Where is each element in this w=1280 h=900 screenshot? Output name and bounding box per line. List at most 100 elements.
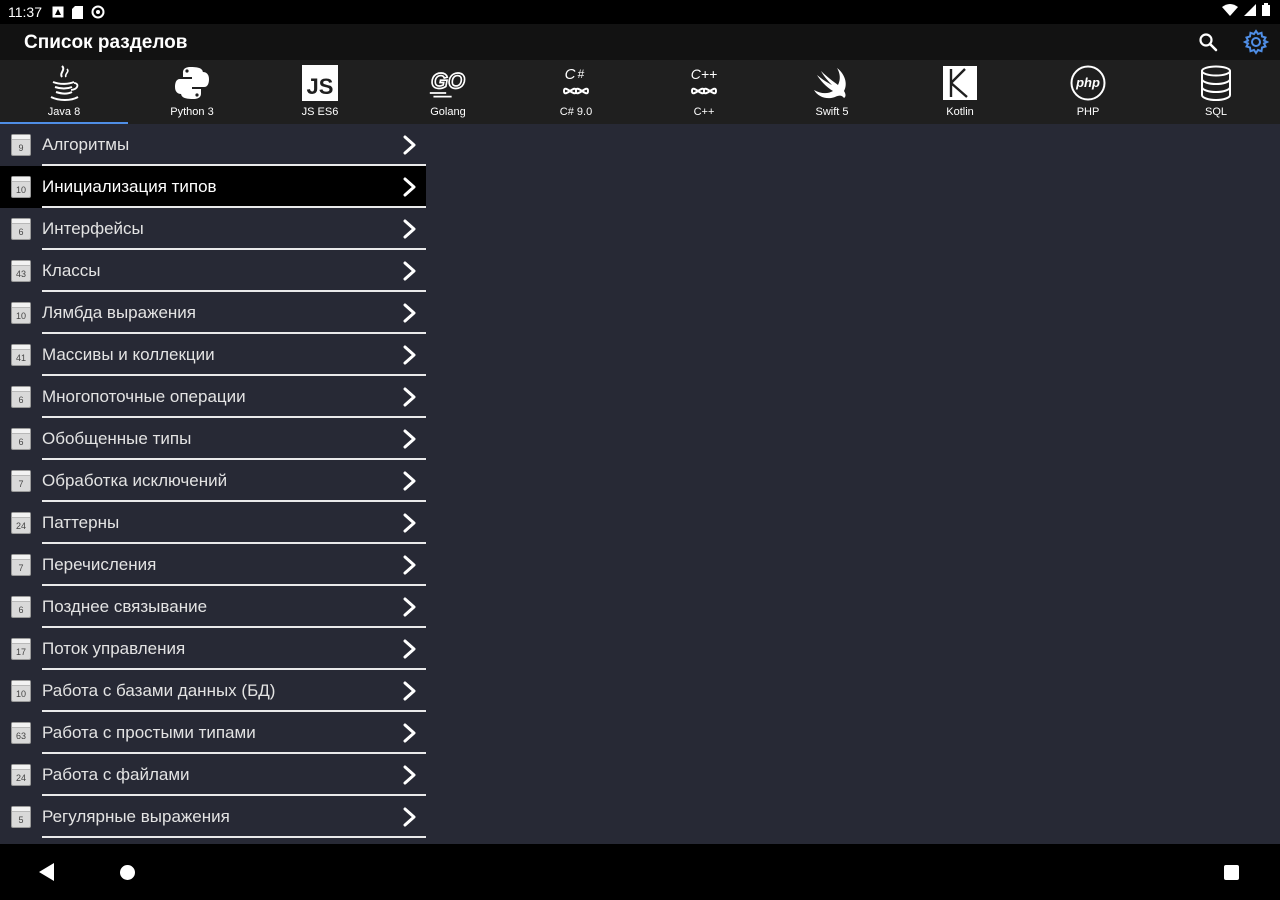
system-nav-bar xyxy=(0,844,1280,900)
list-item[interactable]: 24 Работа с файлами xyxy=(0,754,426,796)
chevron-right-icon xyxy=(402,807,418,827)
tab-label-swift: Swift 5 xyxy=(815,106,849,118)
list-item-label: Перечисления xyxy=(42,555,157,574)
tab-python[interactable]: Python 3 xyxy=(128,60,256,124)
tab-label-cpp: C++ xyxy=(693,106,715,118)
tab-php[interactable]: php PHP xyxy=(1024,60,1152,124)
chevron-right-icon xyxy=(402,345,418,365)
count-badge-value: 43 xyxy=(15,269,26,279)
list-item[interactable]: 6 Позднее связывание xyxy=(0,586,426,628)
tab-cpp[interactable]: C++ C++ xyxy=(640,60,768,124)
svg-text:C++: C++ xyxy=(691,66,717,82)
back-icon[interactable] xyxy=(37,861,57,883)
chevron-right-icon xyxy=(402,513,418,533)
list-item[interactable]: 6 Обобщенные типы xyxy=(0,418,426,460)
notification-app-icon xyxy=(52,6,64,18)
swift-icon xyxy=(812,64,852,102)
count-badge-icon: 7 xyxy=(11,470,31,492)
list-item[interactable]: 6 Интерфейсы xyxy=(0,208,426,250)
list-item[interactable]: 17 Поток управления xyxy=(0,628,426,670)
list-item[interactable]: 9 Алгоритмы xyxy=(0,124,426,166)
python-icon xyxy=(172,64,212,102)
status-time: 11:37 xyxy=(8,4,42,20)
recents-icon[interactable] xyxy=(1224,865,1239,880)
count-badge-icon: 10 xyxy=(11,176,31,198)
count-badge-value: 7 xyxy=(18,479,24,489)
count-badge-value: 7 xyxy=(18,563,24,573)
list-item-label: Регулярные выражения xyxy=(42,807,230,826)
count-badge-icon: 24 xyxy=(11,764,31,786)
battery-icon xyxy=(1262,3,1270,21)
list-item[interactable]: 10 Лямбда выражения xyxy=(0,292,426,334)
list-item[interactable]: 7 Перечисления xyxy=(0,544,426,586)
list-item[interactable]: 63 Работа с простыми типами xyxy=(0,712,426,754)
divider xyxy=(42,836,426,838)
at-sign-icon xyxy=(91,5,105,19)
count-badge-value: 5 xyxy=(18,815,24,825)
database-icon xyxy=(1196,64,1236,102)
list-item[interactable]: 10 Инициализация типов xyxy=(0,166,426,208)
svg-text:JS: JS xyxy=(307,74,334,99)
chevron-right-icon xyxy=(402,429,418,449)
settings-gear-icon[interactable] xyxy=(1242,28,1270,56)
tab-label-js: JS ES6 xyxy=(301,106,339,118)
list-item-label: Алгоритмы xyxy=(42,135,130,154)
count-badge-value: 41 xyxy=(15,353,26,363)
count-badge-icon: 24 xyxy=(11,512,31,534)
go-icon: GO xyxy=(428,64,468,102)
list-item[interactable]: 41 Массивы и коллекции xyxy=(0,334,426,376)
count-badge-value: 9 xyxy=(18,143,24,153)
home-icon[interactable] xyxy=(120,865,135,880)
count-badge-icon: 63 xyxy=(11,722,31,744)
section-list: 9 Алгоритмы 10 Инициализация типов 6 Интерфей… xyxy=(0,124,426,838)
js-icon: JS xyxy=(300,64,340,102)
count-badge-value: 6 xyxy=(18,227,24,237)
page-title: Список разделов xyxy=(24,32,188,53)
list-item-label: Работа с простыми типами xyxy=(42,723,256,742)
chevron-right-icon xyxy=(402,765,418,785)
tab-kotlin[interactable]: Kotlin xyxy=(896,60,1024,124)
list-item[interactable]: 6 Многопоточные операции xyxy=(0,376,426,418)
list-item-label: Интерфейсы xyxy=(42,219,144,238)
count-badge-value: 6 xyxy=(18,395,24,405)
list-item-label: Многопоточные операции xyxy=(42,387,246,406)
count-badge-icon: 43 xyxy=(11,260,31,282)
tab-swift[interactable]: Swift 5 xyxy=(768,60,896,124)
count-badge-value: 10 xyxy=(15,689,26,699)
tab-label-sql: SQL xyxy=(1204,106,1227,118)
chevron-right-icon xyxy=(402,597,418,617)
count-badge-icon: 9 xyxy=(11,134,31,156)
list-item[interactable]: 24 Паттерны xyxy=(0,502,426,544)
app-bar-actions xyxy=(1194,28,1270,56)
chevron-right-icon xyxy=(402,303,418,323)
count-badge-icon: 6 xyxy=(11,386,31,408)
list-item[interactable]: 5 Регулярные выражения xyxy=(0,796,426,838)
cpp-icon: C++ xyxy=(684,64,724,102)
count-badge-value: 10 xyxy=(15,185,26,195)
notification-icons xyxy=(52,5,105,19)
svg-text:php: php xyxy=(1075,75,1100,90)
php-icon: php xyxy=(1068,64,1108,102)
count-badge-value: 6 xyxy=(18,605,24,615)
tab-js[interactable]: JS JS ES6 xyxy=(256,60,384,124)
count-badge-icon: 17 xyxy=(11,638,31,660)
chevron-right-icon xyxy=(402,471,418,491)
search-icon[interactable] xyxy=(1194,28,1222,56)
count-badge-value: 10 xyxy=(15,311,26,321)
list-item[interactable]: 7 Обработка исключений xyxy=(0,460,426,502)
tab-sql[interactable]: SQL xyxy=(1152,60,1280,124)
wifi-icon xyxy=(1222,3,1238,21)
list-item-label: Массивы и коллекции xyxy=(42,345,215,364)
tab-label-php: PHP xyxy=(1076,106,1100,118)
app-bar: Список разделов xyxy=(0,24,1280,60)
list-item[interactable]: 43 Классы xyxy=(0,250,426,292)
tab-java[interactable]: Java 8 xyxy=(0,60,128,124)
tab-csharp[interactable]: C # C# 9.0 xyxy=(512,60,640,124)
system-status-icons xyxy=(1222,0,1270,24)
list-item[interactable]: 10 Работа с базами данных (БД) xyxy=(0,670,426,712)
main-content: 9 Алгоритмы 10 Инициализация типов 6 Интерфей… xyxy=(0,124,1280,844)
svg-text:#: # xyxy=(578,67,585,81)
tab-golang[interactable]: GO Golang xyxy=(384,60,512,124)
count-badge-value: 63 xyxy=(15,731,26,741)
count-badge-icon: 10 xyxy=(11,302,31,324)
